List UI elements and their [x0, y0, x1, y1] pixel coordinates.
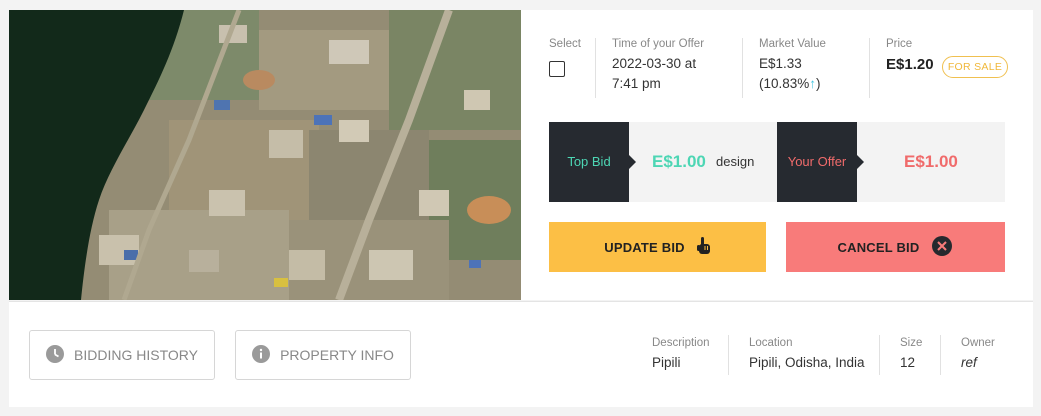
- property-info-label: PROPERTY INFO: [280, 347, 394, 363]
- location-label: Location: [749, 337, 793, 349]
- market-column: Market Value E$1.33 (10.83%↑): [759, 38, 826, 94]
- your-offer-label: Your Offer: [787, 154, 847, 169]
- size-label: Size: [900, 337, 923, 349]
- divider: [869, 38, 870, 98]
- clock-icon: [46, 344, 65, 366]
- bidding-history-label: BIDDING HISTORY: [74, 347, 198, 363]
- size-column: Size 12: [900, 337, 922, 373]
- market-change: (10.83%↑): [759, 74, 826, 94]
- property-footer: BIDDING HISTORY PROPERTY INFO Descriptio…: [9, 301, 1033, 407]
- location-column: Location Pipili, Odisha, India: [749, 337, 865, 373]
- divider: [940, 335, 941, 375]
- time-label: Time of your Offer: [612, 38, 705, 50]
- property-info-button[interactable]: PROPERTY INFO: [235, 330, 411, 380]
- satellite-image: [9, 10, 521, 300]
- update-bid-label: UPDATE BID: [604, 239, 685, 255]
- divider: [879, 335, 880, 375]
- divider: [595, 38, 596, 98]
- price-value: E$1.20: [886, 56, 934, 73]
- top-bidder: design: [716, 154, 755, 169]
- location-value: Pipili, Odisha, India: [749, 355, 865, 370]
- cancel-bid-label: CANCEL BID: [837, 239, 920, 255]
- price-label: Price: [886, 38, 913, 50]
- close-circle-icon: [931, 235, 953, 260]
- hand-pointer-icon: [696, 236, 711, 258]
- market-change-value: (10.83%: [759, 76, 810, 91]
- owner-label: Owner: [961, 337, 995, 349]
- description-value: Pipili: [652, 355, 681, 370]
- bid-summary: Top Bid E$1.00 design Your Offer E$1.00: [549, 122, 1005, 202]
- bidding-history-button[interactable]: BIDDING HISTORY: [29, 330, 215, 380]
- top-bid-value: E$1.00: [652, 152, 706, 171]
- divider: [742, 38, 743, 98]
- divider: [728, 335, 729, 375]
- update-bid-button[interactable]: UPDATE BID: [549, 222, 766, 272]
- description-column: Description Pipili: [652, 337, 710, 373]
- market-change-close: ): [816, 76, 821, 91]
- select-label: Select: [549, 38, 581, 50]
- size-value: 12: [900, 355, 916, 370]
- top-bid-label: Top Bid: [567, 154, 611, 169]
- your-offer-value: E$1.00: [904, 152, 958, 171]
- cancel-bid-button[interactable]: CANCEL BID: [786, 222, 1005, 272]
- description-label: Description: [652, 337, 710, 349]
- price-column: Price E$1.20: [886, 38, 934, 73]
- time-line2: 7:41 pm: [612, 76, 661, 91]
- select-checkbox[interactable]: [549, 61, 565, 77]
- time-column: Time of your Offer 2022-03-30 at 7:41 pm: [612, 38, 704, 94]
- status-badge: FOR SALE: [942, 56, 1008, 78]
- time-line1: 2022-03-30 at: [612, 56, 697, 71]
- owner-column: Owner ref: [961, 337, 995, 373]
- property-card: Select Time of your Offer 2022-03-30 at …: [9, 10, 1033, 300]
- select-column: Select: [549, 38, 581, 50]
- your-offer-panel: Your Offer: [777, 122, 864, 202]
- info-icon: [252, 344, 271, 366]
- market-label: Market Value: [759, 38, 826, 50]
- owner-value: ref: [961, 355, 977, 370]
- market-value: E$1.33: [759, 56, 802, 71]
- top-bid-panel: Top Bid: [549, 122, 636, 202]
